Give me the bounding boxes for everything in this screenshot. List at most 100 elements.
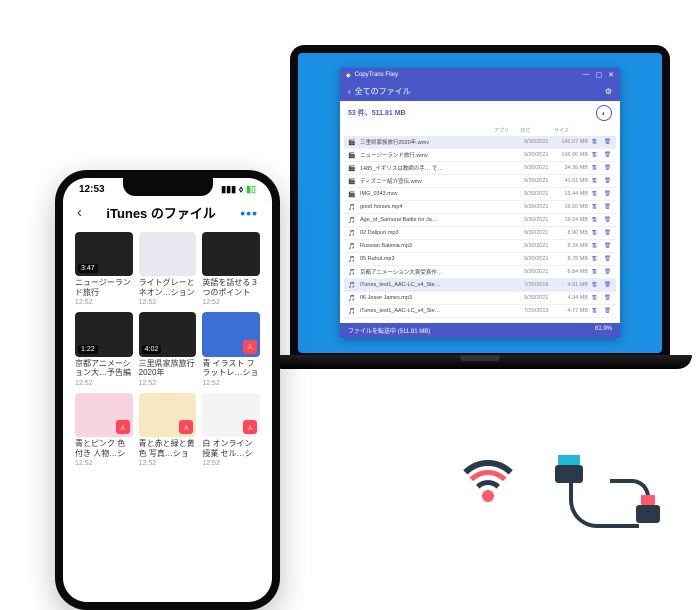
file-name: 京都アニメーション大賞受賞作… (360, 268, 520, 276)
delete-action-icon[interactable]: 🗑 (604, 191, 612, 197)
delete-action-icon[interactable]: 🗑 (604, 243, 612, 249)
delete-action-icon[interactable]: 🗑 (604, 295, 612, 301)
save-action-icon[interactable]: 🖫 (592, 255, 600, 264)
grid-item[interactable]: 英語を話せる３つのポイント12:52 (202, 232, 260, 306)
col-date[interactable]: 日付 (520, 127, 550, 134)
item-time: 12:52 (139, 299, 197, 306)
file-date: 9/30/2021 (524, 217, 554, 223)
file-size: 8.90 MB (558, 230, 588, 236)
delete-action-icon[interactable]: 🗑 (604, 152, 612, 158)
delete-action-icon[interactable]: 🗑 (604, 139, 612, 145)
file-name: ニュージーランド旅行.wmv (360, 151, 520, 159)
save-action-icon[interactable]: 🖫 (592, 177, 600, 186)
file-row[interactable]: 🎵京都アニメーション大賞受賞作…9/30/20216.84 MB🖫🗑 (344, 266, 616, 279)
app-name: CopyTrans Filey (355, 72, 398, 78)
save-action-icon[interactable]: 🖫 (592, 151, 600, 160)
file-row[interactable]: 🎬ニュージーランド旅行.wmv9/30/2021106.00 MB🖫🗑 (344, 149, 616, 162)
file-date: 7/20/2019 (524, 308, 554, 314)
app-badge-icon: ⋏ (243, 340, 257, 354)
thumbnail[interactable]: ⋏ (202, 312, 260, 356)
file-list[interactable]: 🎬三里県家族旅行2020年.wmv9/30/2021142.07 MB🖫🗑🎬ニュ… (340, 136, 620, 323)
file-type-icon: 🎵 (348, 256, 356, 263)
thumbnail[interactable]: ⋏ (139, 393, 197, 437)
grid-item[interactable]: ⋏青 イラスト フラットレ…ション12:52 (202, 312, 260, 386)
delete-action-icon[interactable]: 🗑 (604, 282, 612, 288)
file-row[interactable]: 🎵Age_of_Samurai Battle for Ja…9/30/20211… (344, 214, 616, 227)
file-row[interactable]: 🎵Russian Balenia.mp39/30/20218.34 MB🖫🗑 (344, 240, 616, 253)
delete-action-icon[interactable]: 🗑 (604, 217, 612, 223)
save-action-icon[interactable]: 🖫 (592, 190, 600, 199)
file-size: 19.44 MB (558, 191, 588, 197)
thumbnail[interactable]: ⋏ (75, 393, 133, 437)
delete-action-icon[interactable]: 🗑 (604, 256, 612, 262)
file-grid[interactable]: 3:47ニュージーランド旅行12:52ライトグレーとネオン…ション12:52英語… (63, 228, 272, 471)
file-date: 9/30/2021 (524, 295, 554, 301)
save-action-icon[interactable]: 🖫 (592, 294, 600, 303)
save-action-icon[interactable]: 🖫 (592, 307, 600, 316)
duration-badge: 1:22 (78, 345, 98, 354)
save-action-icon[interactable]: 🖫 (592, 164, 600, 173)
save-action-icon[interactable]: 🖫 (592, 203, 600, 212)
delete-action-icon[interactable]: 🗑 (604, 308, 612, 314)
item-time: 12:52 (139, 460, 197, 467)
thumbnail[interactable]: 1:22 (75, 312, 133, 356)
close-button[interactable]: ✕ (608, 71, 614, 79)
wifi-icon (450, 460, 525, 520)
grid-item[interactable]: ⋏青と赤と緑と黄色 写真…ション12:52 (139, 393, 197, 467)
back-button[interactable]: ‹ (77, 204, 82, 221)
thumbnail[interactable] (202, 232, 260, 276)
item-time: 12:52 (75, 460, 133, 467)
file-type-icon: 🎵 (348, 204, 356, 211)
file-name: 三里県家族旅行2020年.wmv (360, 138, 520, 146)
delete-action-icon[interactable]: 🗑 (604, 269, 612, 275)
delete-action-icon[interactable]: 🗑 (604, 204, 612, 210)
save-action-icon[interactable]: 🖫 (592, 281, 600, 290)
grid-item[interactable]: 4:02三里県家族旅行2020年12:52 (139, 312, 197, 386)
app-logo-icon: ◆ (346, 72, 351, 79)
back-icon[interactable]: ‹ (348, 87, 351, 96)
item-title: ニュージーランド旅行 (75, 278, 133, 297)
more-menu-button[interactable]: ••• (240, 205, 258, 221)
grid-item[interactable]: ⋏青とピンク 色付き 人物…ション12:52 (75, 393, 133, 467)
file-row[interactable]: 🎵02 Dalipuri.mp39/30/20218.90 MB🖫🗑 (344, 227, 616, 240)
file-date: 9/30/2021 (524, 178, 554, 184)
thumbnail[interactable]: 3:47 (75, 232, 133, 276)
file-row[interactable]: 🎵06 Jesse James.mp39/30/20214.34 MB🖫🗑 (344, 292, 616, 305)
grid-item[interactable]: 3:47ニュージーランド旅行12:52 (75, 232, 133, 306)
grid-item[interactable]: ライトグレーとネオン…ション12:52 (139, 232, 197, 306)
file-row[interactable]: 🎬ディズニー紹介宣伝.wmv9/30/202141.51 MB🖫🗑 (344, 175, 616, 188)
thumbnail[interactable]: ⋏ (202, 393, 260, 437)
grid-item[interactable]: 1:22京都アニメーション大…予告編12:52 (75, 312, 133, 386)
col-app[interactable]: アプリ (494, 127, 516, 134)
delete-action-icon[interactable]: 🗑 (604, 165, 612, 171)
delete-action-icon[interactable]: 🗑 (604, 230, 612, 236)
file-row[interactable]: 🎵05 Rahut.mp39/30/20218.78 MB🖫🗑 (344, 253, 616, 266)
file-type-icon: 🎵 (348, 243, 356, 250)
file-date: 9/30/2021 (524, 256, 554, 262)
file-row[interactable]: 🎵good horses.mp49/30/202116.60 MB🖫🗑 (344, 201, 616, 214)
save-action-icon[interactable]: 🖫 (592, 242, 600, 251)
col-size[interactable]: サイズ (554, 127, 584, 134)
file-row[interactable]: 🎬1485_イギリスは教師の手… で…9/30/202134.36 MB🖫🗑 (344, 162, 616, 175)
app-titlebar[interactable]: ◆ CopyTrans Filey — ▢ ✕ (340, 68, 620, 82)
minimize-button[interactable]: — (583, 71, 590, 79)
grid-item[interactable]: ⋏白 オンライン授業 セル…ション12:52 (202, 393, 260, 467)
save-action-icon[interactable]: 🖫 (592, 216, 600, 225)
thumbnail[interactable] (139, 232, 197, 276)
wifi-status-icon: ⬨ (239, 184, 243, 195)
transfer-footer: ファイルを転送中 (511.81 MB) 61.9% (340, 323, 620, 338)
save-action-icon[interactable]: 🖫 (592, 268, 600, 277)
file-size: 4.81 MB (558, 282, 588, 288)
user-avatar-icon[interactable]: ◐ (596, 105, 612, 121)
gear-icon[interactable]: ⚙ (605, 87, 612, 96)
save-action-icon[interactable]: 🖫 (592, 138, 600, 147)
file-row[interactable]: 🎬三里県家族旅行2020年.wmv9/30/2021142.07 MB🖫🗑 (344, 136, 616, 149)
file-row[interactable]: 🎵iTunes_test1_AAC-LC_v4_Ste…7/20/20194.8… (344, 279, 616, 292)
thumbnail[interactable]: 4:02 (139, 312, 197, 356)
maximize-button[interactable]: ▢ (596, 71, 603, 79)
delete-action-icon[interactable]: 🗑 (604, 178, 612, 184)
file-row[interactable]: 🎵iTunes_test1_AAC-LC_v4_Ste…7/20/20194.7… (344, 305, 616, 318)
file-row[interactable]: 🎬IMG_0343.mov9/30/202119.44 MB🖫🗑 (344, 188, 616, 201)
file-date: 9/30/2021 (524, 230, 554, 236)
save-action-icon[interactable]: 🖫 (592, 229, 600, 238)
